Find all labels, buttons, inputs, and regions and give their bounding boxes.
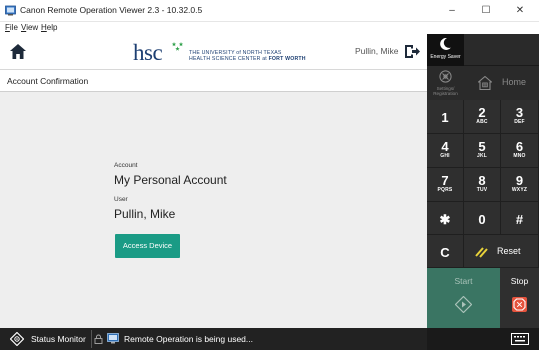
title-bar: Canon Remote Operation Viewer 2.3 - 10.3… bbox=[0, 0, 539, 22]
status-monitor-button[interactable]: Status Monitor bbox=[31, 334, 86, 344]
key-digit: # bbox=[515, 212, 524, 227]
header: hsc THE UNIVERSITY of NORTH TEXAS HEALTH… bbox=[0, 34, 427, 70]
maximize-button[interactable]: ☐ bbox=[469, 0, 503, 22]
key-hash[interactable]: # bbox=[501, 202, 539, 235]
logout-icon[interactable] bbox=[405, 45, 420, 58]
status-bar: Status Monitor Remote Operation is being… bbox=[0, 328, 539, 350]
start-button[interactable]: Start bbox=[427, 268, 500, 328]
key-6[interactable]: 6 MNO bbox=[501, 134, 539, 168]
header-user-name: Pullin, Mike bbox=[355, 46, 399, 56]
logo-line-2a: HEALTH SCIENCE CENTER at bbox=[189, 56, 269, 62]
key-8[interactable]: 8 TUV bbox=[464, 168, 501, 202]
settings-label-2: Registration bbox=[433, 91, 458, 96]
status-monitor-icon[interactable] bbox=[10, 332, 24, 346]
logo-line-2b: FORT WORTH bbox=[268, 56, 306, 62]
account-label: Account bbox=[114, 162, 138, 169]
home-icon bbox=[478, 76, 492, 90]
reset-button[interactable]: Reset bbox=[464, 235, 539, 268]
key-digit: 5 bbox=[478, 139, 486, 154]
window-title: Canon Remote Operation Viewer 2.3 - 10.3… bbox=[20, 5, 203, 15]
minimize-button[interactable]: – bbox=[435, 0, 469, 22]
logo-line-2: HEALTH SCIENCE CENTER at FORT WORTH bbox=[189, 56, 306, 62]
key-0[interactable]: 0 bbox=[464, 202, 501, 235]
key-digit: ✱ bbox=[439, 212, 451, 227]
key-digit: 0 bbox=[478, 212, 486, 227]
key-letters: MNO bbox=[513, 153, 526, 159]
control-panel: Energy Saver Settings/Registration Home … bbox=[427, 34, 539, 328]
remote-operation-icon bbox=[107, 333, 119, 344]
key-7[interactable]: 7 PQRS bbox=[427, 168, 464, 202]
keyboard-icon[interactable] bbox=[511, 333, 529, 345]
key-digit: 3 bbox=[515, 105, 524, 120]
panel-header-blank bbox=[464, 34, 539, 66]
energy-saver-button[interactable]: Energy Saver bbox=[427, 34, 464, 66]
settings-registration-button[interactable]: Settings/Registration bbox=[427, 66, 464, 100]
stop-label: Stop bbox=[510, 276, 529, 286]
key-1[interactable]: 1 bbox=[427, 100, 464, 134]
status-message: Remote Operation is being used... bbox=[124, 334, 253, 344]
stop-icon bbox=[512, 297, 527, 312]
close-button[interactable]: ✕ bbox=[503, 0, 537, 22]
key-letters: JKL bbox=[476, 153, 488, 159]
key-2[interactable]: 2 ABC bbox=[464, 100, 501, 134]
user-label: User bbox=[114, 196, 128, 203]
status-bar-right bbox=[427, 328, 539, 350]
user-value: Pullin, Mike bbox=[114, 207, 176, 221]
stars-icon bbox=[171, 42, 184, 51]
key-digit: 4 bbox=[441, 139, 449, 154]
home-label: Home bbox=[502, 77, 527, 87]
energy-saver-label: Energy Saver bbox=[430, 54, 461, 60]
key-letters: GHI bbox=[440, 153, 450, 159]
key-5[interactable]: 5 JKL bbox=[464, 134, 501, 168]
key-9[interactable]: 9 WXYZ bbox=[501, 168, 539, 202]
account-value: My Personal Account bbox=[114, 173, 227, 187]
key-digit: 7 bbox=[441, 173, 449, 188]
account-confirmation-panel: Account My Personal Account User Pullin,… bbox=[0, 92, 427, 328]
key-letters: PQRS bbox=[437, 187, 453, 193]
menu-help[interactable]: Help bbox=[41, 22, 57, 34]
menu-file[interactable]: File bbox=[5, 22, 18, 34]
reset-label: Reset bbox=[497, 246, 521, 256]
home-icon[interactable] bbox=[10, 44, 26, 59]
page-title-bar: Account Confirmation bbox=[0, 70, 427, 92]
stop-button[interactable]: Stop bbox=[500, 268, 539, 328]
clear-label: C bbox=[440, 245, 450, 260]
clear-button[interactable]: C bbox=[427, 235, 464, 268]
settings-icon bbox=[439, 70, 452, 83]
moon-icon bbox=[440, 38, 451, 50]
logo-mark: hsc bbox=[133, 40, 163, 65]
key-3[interactable]: 3 DEF bbox=[501, 100, 539, 134]
menu-view[interactable]: View bbox=[21, 22, 38, 34]
key-digit: 1 bbox=[441, 110, 449, 125]
key-letters: ABC bbox=[476, 119, 488, 125]
panel-home-button[interactable]: Home bbox=[464, 66, 539, 100]
app-icon bbox=[5, 5, 16, 16]
reset-icon bbox=[475, 247, 488, 258]
lock-icon bbox=[94, 334, 103, 344]
key-asterisk[interactable]: ✱ bbox=[427, 202, 464, 235]
access-device-button[interactable]: Access Device bbox=[115, 234, 180, 258]
key-letters: WXYZ bbox=[511, 187, 528, 193]
key-digit: 6 bbox=[515, 139, 524, 154]
status-divider bbox=[91, 330, 92, 348]
key-digit: 8 bbox=[478, 173, 486, 188]
start-label: Start bbox=[454, 276, 473, 286]
menu-bar: File View Help bbox=[0, 22, 539, 34]
key-letters: DEF bbox=[514, 119, 525, 125]
key-letters: TUV bbox=[476, 187, 488, 193]
start-icon bbox=[455, 296, 472, 313]
key-digit: 2 bbox=[478, 105, 486, 120]
key-4[interactable]: 4 GHI bbox=[427, 134, 464, 168]
page-title: Account Confirmation bbox=[7, 76, 89, 86]
key-digit: 9 bbox=[515, 173, 524, 188]
settings-label: Settings/Registration bbox=[427, 86, 464, 96]
hsc-logo: hsc THE UNIVERSITY of NORTH TEXAS HEALTH… bbox=[133, 40, 306, 65]
